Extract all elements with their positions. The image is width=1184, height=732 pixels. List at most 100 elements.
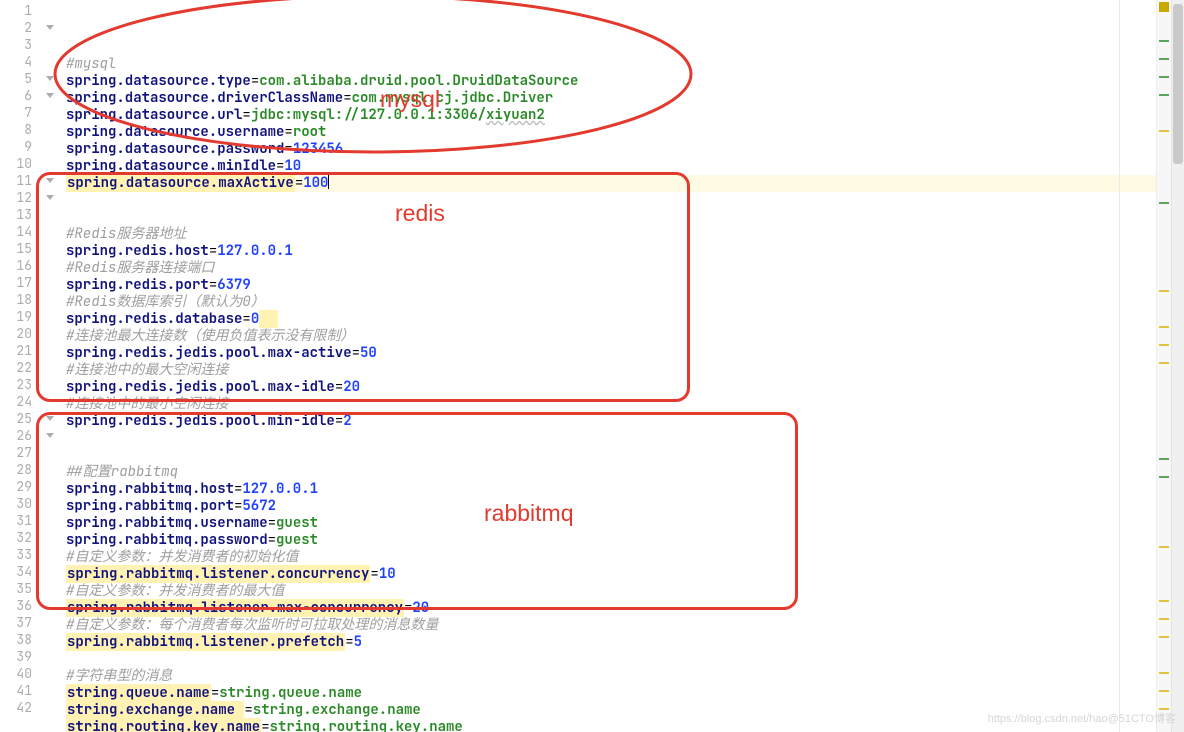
fold-column[interactable] (42, 0, 58, 732)
code-line[interactable]: spring.redis.jedis.pool.max-idle=20 (66, 379, 1156, 396)
code-line[interactable]: #字符串型的消息 (66, 668, 1156, 685)
watermark: https://blog.csdn.net/hao@51CTO博客 (988, 710, 1176, 726)
line-number: 8 (0, 121, 32, 138)
marker-yellow[interactable] (1159, 618, 1169, 620)
code-line[interactable]: spring.redis.host=127.0.0.1 (66, 243, 1156, 260)
line-number: 18 (0, 291, 32, 308)
line-number: 28 (0, 461, 32, 478)
line-number: 3 (0, 36, 32, 53)
marker-green[interactable] (1159, 458, 1169, 460)
line-number: 35 (0, 580, 32, 597)
marker-yellow[interactable] (1159, 672, 1169, 674)
line-number: 10 (0, 155, 32, 172)
line-number: 23 (0, 376, 32, 393)
line-number: 1 (0, 2, 32, 19)
marker-yellow[interactable] (1159, 690, 1169, 692)
code-area[interactable]: #mysqlspring.datasource.type=com.alibaba… (66, 0, 1156, 732)
marker-green[interactable] (1159, 40, 1169, 42)
line-number: 4 (0, 53, 32, 70)
code-line[interactable]: spring.rabbitmq.host=127.0.0.1 (66, 481, 1156, 498)
marker-yellow[interactable] (1159, 344, 1169, 346)
marker-yellow[interactable] (1159, 130, 1169, 132)
line-number: 25 (0, 410, 32, 427)
marker-yellow[interactable] (1159, 326, 1169, 328)
code-line[interactable] (66, 447, 1156, 464)
line-number: 29 (0, 478, 32, 495)
marker-yellow[interactable] (1159, 362, 1169, 364)
code-line[interactable]: #自定义参数：并发消费者的初始化值 (66, 549, 1156, 566)
code-line[interactable]: spring.datasource.password=123456 (66, 141, 1156, 158)
code-line[interactable]: spring.redis.jedis.pool.max-active=50 (66, 345, 1156, 362)
line-number: 34 (0, 563, 32, 580)
change-marker-column (58, 0, 66, 732)
code-line[interactable]: spring.rabbitmq.password=guest (66, 532, 1156, 549)
marker-green[interactable] (1159, 76, 1169, 78)
code-line[interactable]: #Redis服务器地址 (66, 226, 1156, 243)
line-number: 6 (0, 87, 32, 104)
code-line[interactable]: spring.datasource.type=com.alibaba.druid… (66, 73, 1156, 90)
code-line[interactable]: #连接池最大连接数（使用负值表示没有限制） (66, 328, 1156, 345)
code-line[interactable]: spring.datasource.driverClassName=com.my… (66, 90, 1156, 107)
code-line[interactable]: #自定义参数：每个消费者每次监听时可拉取处理的消息数量 (66, 617, 1156, 634)
line-number: 32 (0, 529, 32, 546)
code-line[interactable]: spring.datasource.minIdle=10 (66, 158, 1156, 175)
code-line[interactable]: spring.datasource.username=root (66, 124, 1156, 141)
line-number: 14 (0, 223, 32, 240)
code-line[interactable]: string.queue.name=string.queue.name (66, 685, 1156, 702)
line-number: 22 (0, 359, 32, 376)
code-line[interactable]: #Redis数据库索引（默认为0） (66, 294, 1156, 311)
marker-green[interactable] (1159, 202, 1169, 204)
line-number: 40 (0, 665, 32, 682)
marker-yellow[interactable] (1159, 600, 1169, 602)
line-number: 37 (0, 614, 32, 631)
line-number: 9 (0, 138, 32, 155)
line-number: 27 (0, 444, 32, 461)
code-line[interactable]: spring.redis.jedis.pool.min-idle=2 (66, 413, 1156, 430)
line-number: 36 (0, 597, 32, 614)
line-number: 2 (0, 19, 32, 36)
marker-yellow[interactable] (1159, 636, 1169, 638)
code-line[interactable]: #自定义参数：并发消费者的最大值 (66, 583, 1156, 600)
line-number: 41 (0, 682, 32, 699)
code-line[interactable]: ##配置rabbitmq (66, 464, 1156, 481)
code-line[interactable]: #连接池中的最小空闲连接 (66, 396, 1156, 413)
line-number: 33 (0, 546, 32, 563)
marker-green[interactable] (1159, 476, 1169, 478)
code-line[interactable]: spring.rabbitmq.username=guest (66, 515, 1156, 532)
code-line[interactable] (66, 209, 1156, 226)
code-line[interactable]: #mysql (66, 56, 1156, 73)
code-line[interactable]: spring.redis.port=6379 (66, 277, 1156, 294)
code-line[interactable] (66, 430, 1156, 447)
code-line[interactable]: spring.datasource.url=jdbc:mysql://127.0… (66, 107, 1156, 124)
line-number: 38 (0, 631, 32, 648)
code-line[interactable]: #连接池中的最大空闲连接 (66, 362, 1156, 379)
code-line[interactable] (66, 192, 1156, 209)
code-line[interactable]: #Redis服务器连接端口 (66, 260, 1156, 277)
line-number: 7 (0, 104, 32, 121)
editor: 1234567891011121314151617181920212223242… (0, 0, 1184, 732)
marker-green[interactable] (1159, 94, 1169, 96)
right-margin-guide (1119, 0, 1120, 732)
line-number: 30 (0, 495, 32, 512)
line-number: 31 (0, 512, 32, 529)
code-line[interactable]: spring.datasource.maxActive=100 (66, 175, 1156, 192)
marker-yellow[interactable] (1159, 546, 1169, 548)
vertical-scrollbar[interactable] (1171, 0, 1184, 732)
line-number: 16 (0, 257, 32, 274)
error-stripe[interactable] (1156, 0, 1171, 732)
marker-green[interactable] (1159, 58, 1169, 60)
marker-yellow[interactable] (1159, 290, 1169, 292)
line-number: 11 (0, 172, 32, 189)
code-line[interactable]: spring.rabbitmq.listener.max-concurrency… (66, 600, 1156, 617)
code-line[interactable]: spring.rabbitmq.listener.concurrency=10 (66, 566, 1156, 583)
line-number: 19 (0, 308, 32, 325)
code-line[interactable]: spring.redis.database=0 (66, 311, 1156, 328)
line-number: 42 (0, 699, 32, 716)
line-number-gutter: 1234567891011121314151617181920212223242… (0, 0, 42, 732)
code-line[interactable] (66, 651, 1156, 668)
scrollbar-thumb[interactable] (1173, 4, 1183, 164)
code-line[interactable]: spring.rabbitmq.listener.prefetch=5 (66, 634, 1156, 651)
code-line[interactable]: spring.rabbitmq.port=5672 (66, 498, 1156, 515)
line-number: 24 (0, 393, 32, 410)
line-number: 15 (0, 240, 32, 257)
